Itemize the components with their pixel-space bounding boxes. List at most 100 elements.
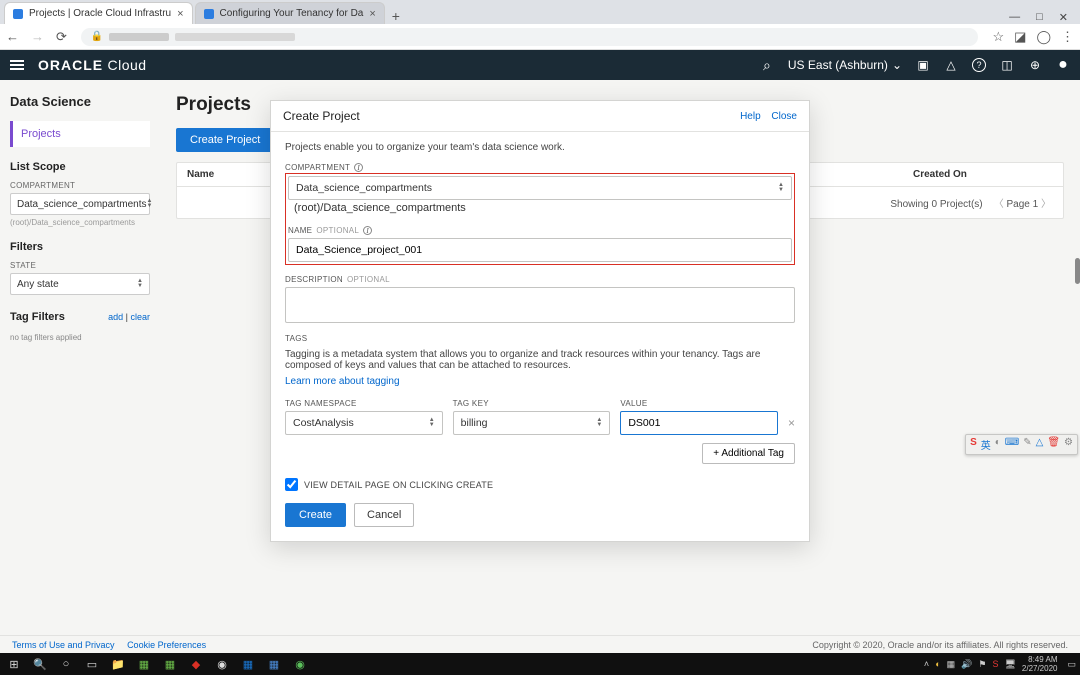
- ime-icon[interactable]: ✎: [1023, 437, 1031, 452]
- sogou-icon: S: [970, 437, 977, 452]
- system-clock[interactable]: 8:49 AM 2/27/2020: [1022, 655, 1062, 673]
- bookmark-star-icon[interactable]: ☆: [992, 29, 1004, 45]
- minimize-icon[interactable]: —: [1009, 11, 1020, 24]
- create-project-button[interactable]: Create Project: [176, 128, 274, 152]
- modal-close-link[interactable]: Close: [771, 111, 797, 122]
- scrollbar-thumb[interactable]: [1075, 258, 1080, 284]
- modal-help-link[interactable]: Help: [740, 111, 761, 122]
- compartment-select[interactable]: Data_science_compartments ▲▼: [10, 193, 150, 215]
- profile-icon[interactable]: ◯: [1036, 29, 1051, 45]
- terms-link[interactable]: Terms of Use and Privacy: [12, 640, 115, 650]
- tag-value-label: VALUE: [620, 399, 778, 408]
- ime-icon[interactable]: ⌨: [1005, 437, 1019, 452]
- create-project-modal: Create Project Help Close Projects enabl…: [270, 100, 810, 542]
- region-selector[interactable]: US East (Ashburn) ⌄: [788, 58, 902, 72]
- tray-icon[interactable]: ⚑: [978, 659, 986, 670]
- state-select[interactable]: Any state ▲▼: [10, 273, 150, 295]
- tab-title: Projects | Oracle Cloud Infrastru: [29, 8, 171, 19]
- browser-menu-icon[interactable]: ⋮: [1061, 29, 1074, 45]
- tray-icon[interactable]: 🖥: [1004, 659, 1015, 670]
- project-description-input[interactable]: [285, 287, 795, 323]
- remove-tag-icon[interactable]: ×: [788, 416, 795, 435]
- pager-prev-icon[interactable]: 〈: [994, 199, 1004, 210]
- tray-icon[interactable]: ▦: [947, 659, 956, 670]
- back-icon[interactable]: ←: [6, 29, 19, 45]
- info-icon[interactable]: i: [363, 226, 372, 235]
- cancel-button[interactable]: Cancel: [354, 503, 414, 527]
- url-redacted: [109, 33, 169, 41]
- maximize-icon[interactable]: □: [1036, 11, 1043, 24]
- search-icon[interactable]: 🔍: [30, 656, 50, 672]
- chevron-updown-icon: ▲▼: [147, 199, 153, 209]
- tag-value-input[interactable]: [620, 411, 778, 435]
- modal-compartment-select[interactable]: Data_science_compartments ▲▼: [288, 176, 792, 200]
- modal-compartment-label: COMPARTMENTi: [285, 163, 795, 172]
- hamburger-icon[interactable]: [10, 60, 24, 70]
- chevron-down-icon: ⌄: [892, 58, 902, 72]
- search-icon[interactable]: ⌕: [760, 58, 774, 72]
- chat-icon[interactable]: ◫: [1000, 58, 1014, 72]
- additional-tag-button[interactable]: + Additional Tag: [702, 443, 795, 464]
- ime-icon[interactable]: △: [1036, 437, 1044, 452]
- info-icon[interactable]: i: [354, 163, 363, 172]
- ime-icon[interactable]: ◐: [995, 437, 1001, 452]
- tray-icon[interactable]: 🔊: [961, 659, 972, 670]
- reload-icon[interactable]: ⟳: [56, 29, 67, 45]
- ime-toolbar[interactable]: S 英 ◐ ⌨ ✎ △ 🗑 ⚙: [965, 434, 1078, 455]
- tag-key-select[interactable]: billing ▲▼: [453, 411, 611, 435]
- pager-next-icon[interactable]: 〉: [1041, 199, 1051, 210]
- taskview-icon[interactable]: ▭: [82, 656, 102, 672]
- create-button[interactable]: Create: [285, 503, 346, 527]
- browser-tab-active[interactable]: Projects | Oracle Cloud Infrastru ×: [4, 2, 193, 24]
- cortana-icon[interactable]: ○: [56, 656, 76, 672]
- app-icon[interactable]: ▦: [160, 656, 180, 672]
- tag-clear-link[interactable]: clear: [130, 312, 150, 322]
- close-window-icon[interactable]: ✕: [1059, 11, 1068, 24]
- app-icon[interactable]: ▦: [264, 656, 284, 672]
- project-name-input[interactable]: [288, 238, 792, 262]
- tray-icon[interactable]: ◐: [935, 659, 940, 669]
- avatar-icon[interactable]: ●: [1056, 58, 1070, 72]
- cookie-link[interactable]: Cookie Preferences: [127, 640, 206, 650]
- browser-tab[interactable]: Configuring Your Tenancy for Da ×: [195, 2, 385, 24]
- tags-description: Tagging is a metadata system that allows…: [285, 349, 795, 371]
- close-tab-icon[interactable]: ×: [369, 8, 375, 20]
- tag-namespace-select[interactable]: CostAnalysis ▲▼: [285, 411, 443, 435]
- cloud-shell-icon[interactable]: ▣: [916, 58, 930, 72]
- tray-icon[interactable]: S: [992, 659, 998, 669]
- no-tag-filters: no tag filters applied: [10, 333, 150, 342]
- app-icon[interactable]: ◉: [290, 656, 310, 672]
- url-input[interactable]: 🔒: [81, 28, 979, 46]
- app-icon[interactable]: ◆: [186, 656, 206, 672]
- learn-tagging-link[interactable]: Learn more about tagging: [285, 376, 400, 387]
- chevron-updown-icon: ▲▼: [778, 183, 784, 193]
- explorer-icon[interactable]: 📁: [108, 656, 128, 672]
- copyright: Copyright © 2020, Oracle and/or its affi…: [812, 640, 1068, 650]
- chrome-icon[interactable]: ◉: [212, 656, 232, 672]
- start-icon[interactable]: ⊞: [4, 656, 24, 672]
- tag-filters-heading: Tag Filters: [10, 311, 65, 323]
- notifications-icon[interactable]: △: [944, 58, 958, 72]
- forward-icon[interactable]: →: [31, 29, 44, 45]
- tag-add-link[interactable]: add: [108, 312, 123, 322]
- ime-icon[interactable]: 🗑: [1047, 437, 1060, 452]
- ime-icon[interactable]: 英: [981, 437, 991, 452]
- help-icon[interactable]: ?: [972, 58, 986, 72]
- close-tab-icon[interactable]: ×: [177, 8, 183, 20]
- state-value: Any state: [17, 279, 59, 290]
- highlighted-fields: Data_science_compartments ▲▼ (root)/Data…: [285, 173, 795, 265]
- chevron-updown-icon: ▲▼: [429, 418, 435, 428]
- action-center-icon[interactable]: ▭: [1067, 659, 1076, 670]
- tray-chevron-icon[interactable]: ˄: [924, 659, 929, 669]
- view-detail-checkbox[interactable]: [285, 478, 298, 491]
- new-tab-button[interactable]: +: [387, 8, 405, 24]
- extension-icon[interactable]: ◪: [1014, 29, 1026, 45]
- lock-icon: 🔒: [91, 31, 103, 42]
- sidebar-item-projects[interactable]: Projects: [10, 121, 150, 147]
- favicon: [204, 9, 214, 19]
- ime-icon[interactable]: ⚙: [1064, 437, 1073, 452]
- language-icon[interactable]: ⊕: [1028, 58, 1042, 72]
- app-icon[interactable]: ▦: [134, 656, 154, 672]
- app-icon[interactable]: ▦: [238, 656, 258, 672]
- pager-count: Showing 0 Project(s): [890, 199, 982, 210]
